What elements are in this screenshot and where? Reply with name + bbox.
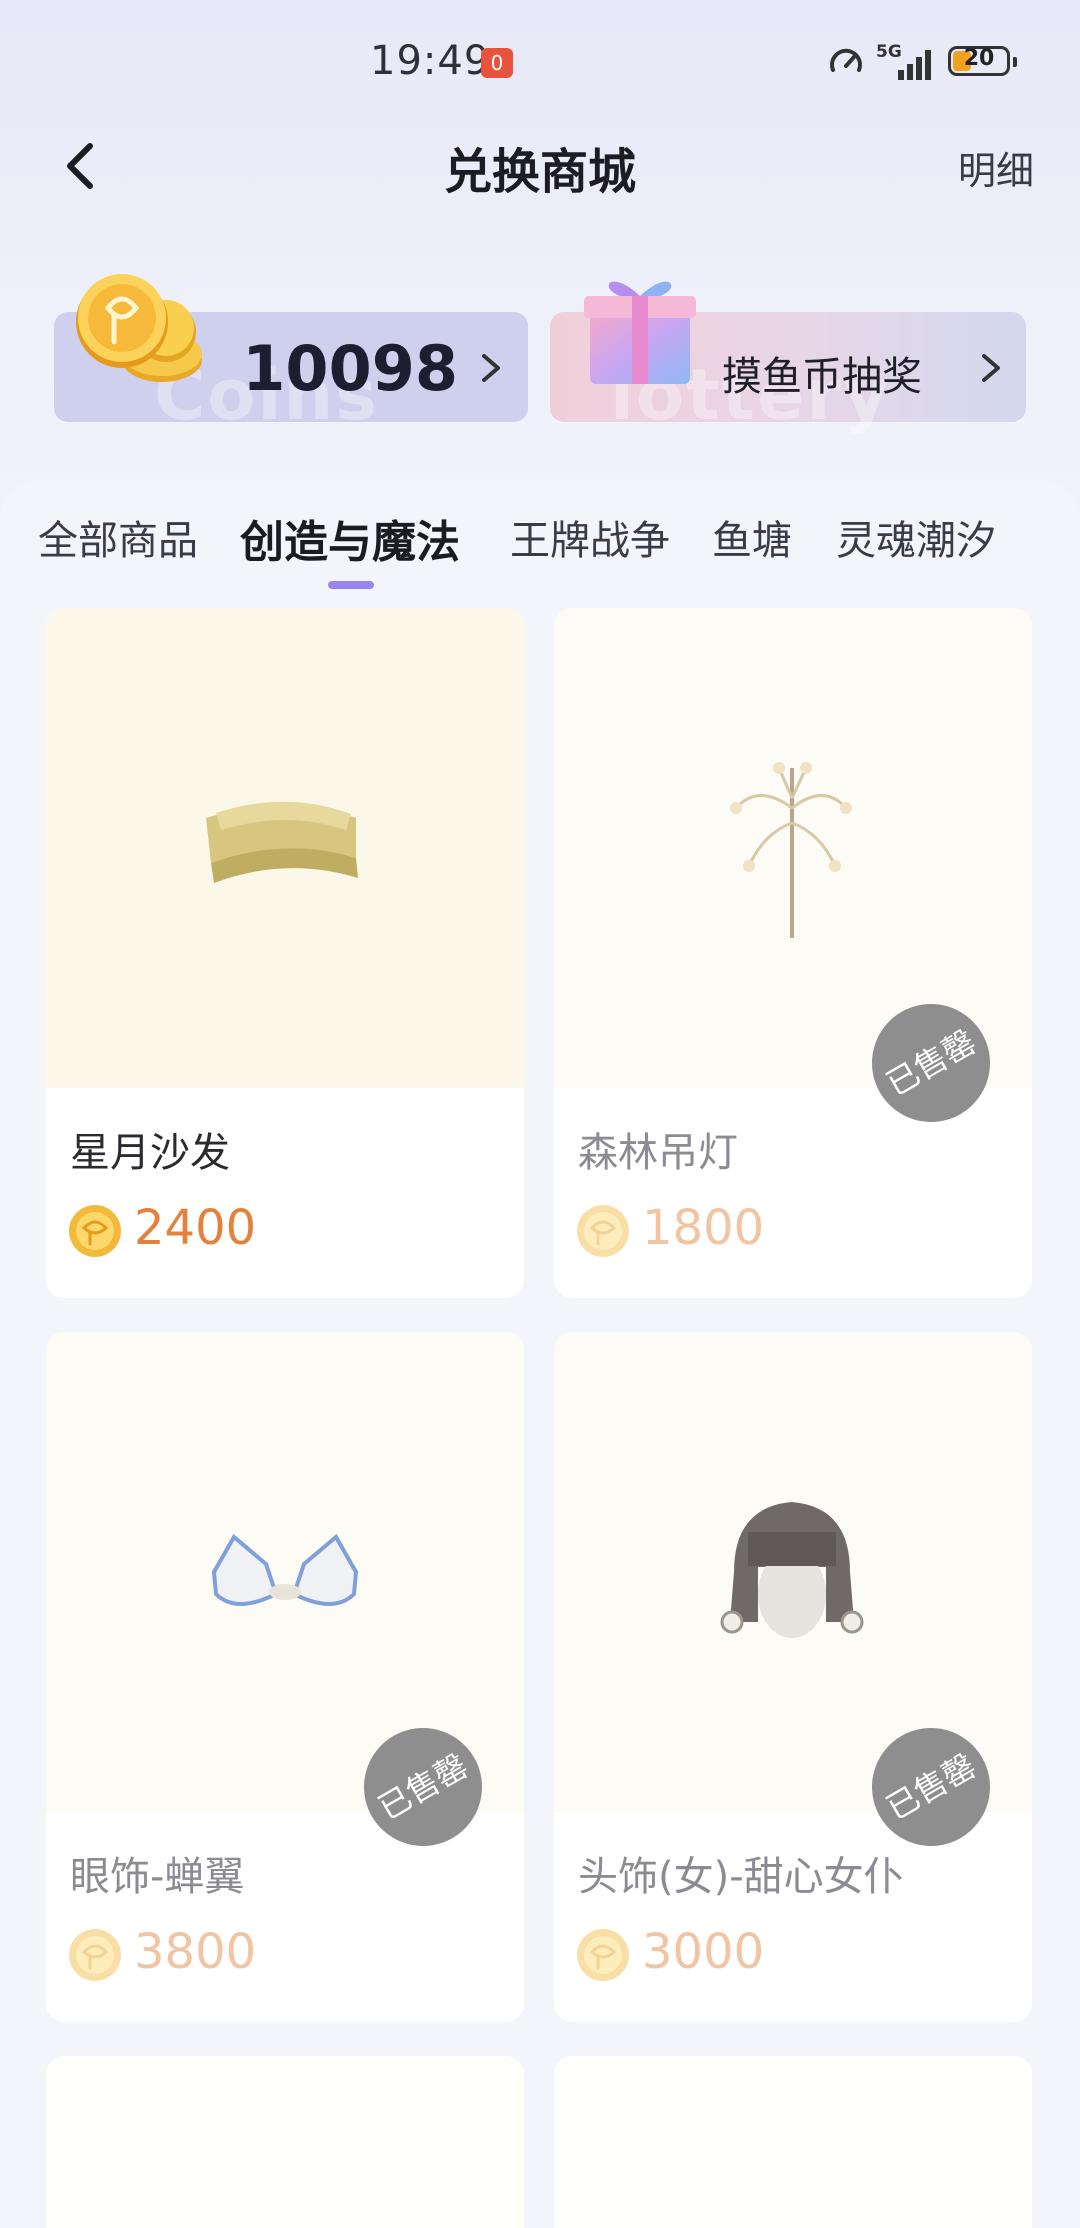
product-price: 3000 (642, 1924, 765, 1980)
product-price: 2400 (134, 1200, 257, 1256)
product-name: 头饰(女)-甜心女仆 (578, 1854, 904, 1900)
notification-badge: 0 (481, 48, 513, 78)
signal-icon (898, 50, 931, 80)
product-name: 星月沙发 (70, 1130, 230, 1176)
product-card[interactable]: 已售罄 眼饰-蝉翼 3800 (46, 1332, 524, 2022)
fish-coin-icon (577, 1929, 629, 1981)
product-card[interactable]: 星月沙发 2400 (46, 608, 524, 1298)
product-card[interactable]: 已售罄 头饰(女)-甜心女仆 3000 (554, 1332, 1032, 2022)
page-header: 兑换商城 明细 (0, 120, 1080, 210)
tab-ace-war[interactable]: 王牌战争 (510, 508, 670, 566)
tab-soul-tide[interactable]: 灵魂潮汐 (836, 508, 996, 566)
status-bar: 19:49 0 5G 20 (0, 0, 1080, 120)
tab-creation-magic[interactable]: 创造与魔法 (240, 506, 460, 570)
status-time: 19:49 (370, 38, 491, 84)
coin-balance: 10098 (242, 332, 458, 405)
product-name: 眼饰-蝉翼 (70, 1854, 245, 1900)
battery-level: 20 (963, 46, 995, 71)
product-image (46, 608, 524, 1088)
product-card[interactable] (554, 2056, 1032, 2228)
fish-coin-icon (69, 1205, 121, 1257)
product-card[interactable] (46, 2056, 524, 2228)
product-name: 森林吊灯 (578, 1130, 738, 1176)
product-price: 3800 (134, 1924, 257, 1980)
category-tabs: 全部商品 创造与魔法 王牌战争 鱼塘 灵魂潮汐 (0, 508, 1080, 588)
coin-stack-icon (76, 274, 202, 382)
battery-icon: 20 (948, 46, 1017, 76)
chevron-right-icon (482, 354, 500, 382)
detail-button[interactable]: 明细 (958, 140, 1034, 195)
tab-fish-pond[interactable]: 鱼塘 (712, 508, 792, 566)
fish-coin-icon (69, 1929, 121, 1981)
page-title: 兑换商城 (443, 144, 636, 200)
product-price: 1800 (642, 1200, 765, 1256)
data-speed-icon (830, 48, 862, 72)
fish-coin-icon (577, 1205, 629, 1257)
active-tab-indicator (328, 581, 374, 589)
lottery-label: 摸鱼币抽奖 (722, 354, 922, 400)
product-card[interactable]: 已售罄 森林吊灯 1800 (554, 608, 1032, 1298)
gift-box-icon (584, 281, 696, 384)
chevron-right-icon (982, 354, 1000, 382)
tab-all-products[interactable]: 全部商品 (38, 508, 198, 566)
